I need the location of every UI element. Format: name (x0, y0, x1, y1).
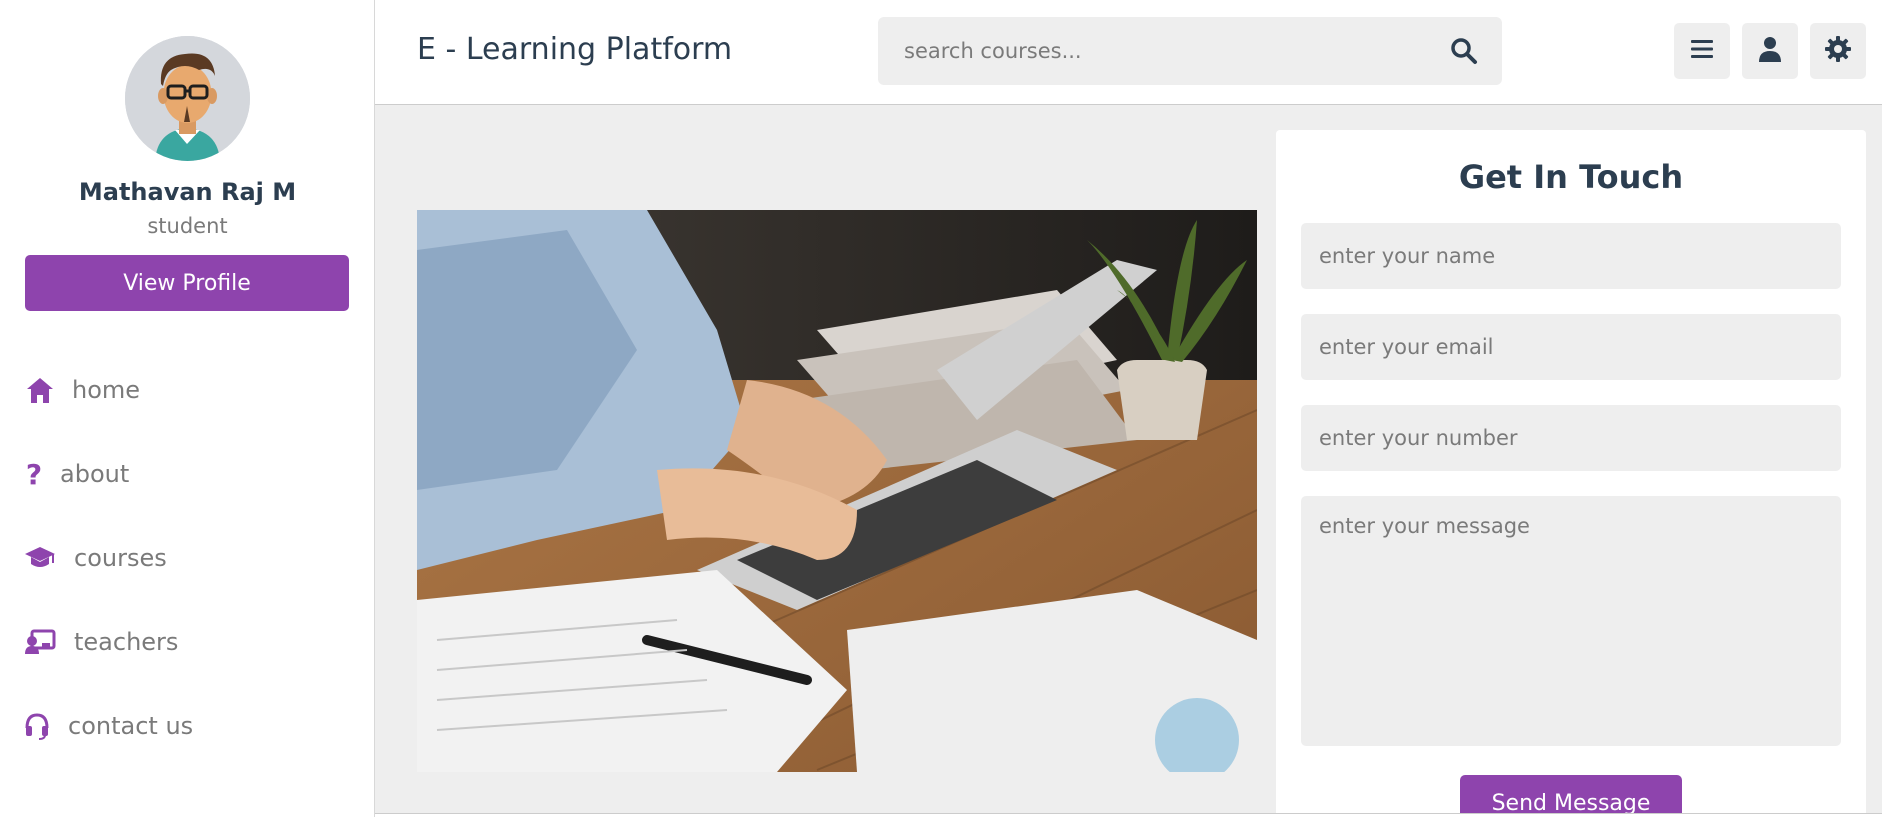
menu-button[interactable] (1674, 23, 1730, 79)
profile-name: Mathavan Raj M (78, 178, 297, 206)
name-field[interactable] (1301, 223, 1841, 289)
view-profile-button[interactable]: View Profile (25, 255, 349, 311)
user-icon (1758, 36, 1782, 66)
send-message-button[interactable]: Send Message (1460, 775, 1682, 817)
message-field[interactable] (1301, 496, 1841, 746)
settings-button[interactable] (1810, 23, 1866, 79)
headset-icon (24, 710, 50, 742)
search-input[interactable] (878, 17, 1438, 85)
sidebar-item-label: contact us (68, 712, 194, 740)
user-button[interactable] (1742, 23, 1798, 79)
menu-icon (1690, 38, 1714, 64)
sidebar-item-label: courses (74, 544, 167, 572)
question-icon: ? (25, 457, 43, 491)
profile-role: student (147, 214, 228, 238)
sidebar-item-courses[interactable]: courses (24, 538, 167, 578)
teacher-icon (24, 626, 56, 658)
sidebar-item-label: home (72, 376, 141, 404)
contact-form: Get In Touch Send Message (1276, 130, 1866, 817)
app-logo[interactable]: E - Learning Platform (417, 32, 732, 67)
number-field[interactable] (1301, 405, 1841, 471)
sidebar-item-contact-us[interactable]: contact us (24, 706, 193, 746)
sidebar-item-about[interactable]: ? about (24, 454, 129, 494)
sidebar-item-teachers[interactable]: teachers (24, 622, 178, 662)
gear-icon (1824, 35, 1852, 67)
home-icon (24, 374, 56, 406)
email-field[interactable] (1301, 314, 1841, 380)
search-icon[interactable] (1450, 37, 1478, 65)
sidebar: Mathavan Raj M student View Profile home… (0, 0, 375, 817)
search-form (878, 17, 1502, 85)
top-header: E - Learning Platform (375, 0, 1882, 105)
graduation-cap-icon (24, 542, 56, 574)
avatar-illustration (125, 36, 250, 161)
footer-divider (375, 813, 1882, 817)
hero-image (417, 210, 1257, 772)
sidebar-item-label: teachers (74, 628, 179, 656)
sidebar-item-label: about (60, 460, 130, 488)
user-avatar[interactable] (125, 36, 250, 161)
sidebar-item-home[interactable]: home (24, 370, 140, 410)
contact-title: Get In Touch (1458, 158, 1684, 196)
laptop-photo (417, 210, 1257, 772)
